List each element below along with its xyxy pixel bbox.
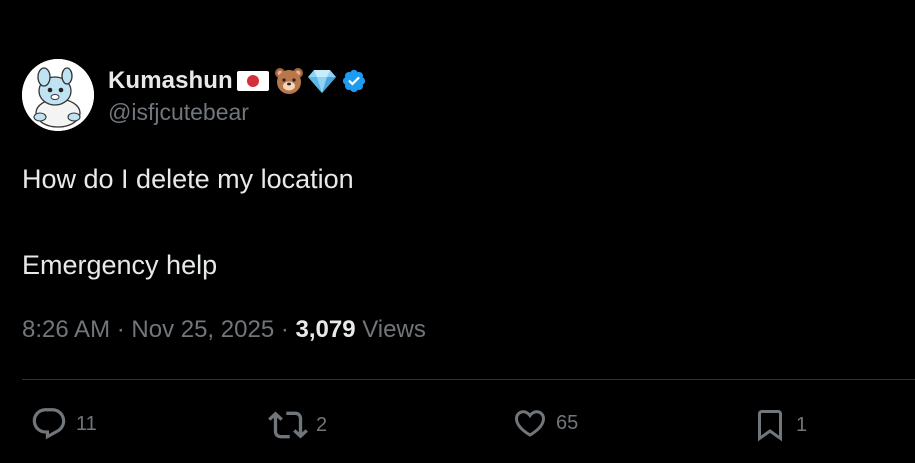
meta-separator: · bbox=[110, 316, 132, 343]
like-count: 65 bbox=[556, 411, 579, 434]
action-bar: 11 2 65 1 bbox=[0, 405, 915, 445]
repost-icon bbox=[268, 405, 308, 445]
tweet-header: Kumashun @isfjcutebear bbox=[22, 59, 367, 131]
display-name-row: Kumashun bbox=[108, 64, 367, 98]
author-names: Kumashun @isfjcutebear bbox=[108, 64, 367, 126]
tweet-meta: 8:26 AM · Nov 25, 2025 · 3,079 Views bbox=[22, 316, 426, 344]
reply-icon bbox=[30, 405, 68, 443]
reply-button[interactable]: 11 bbox=[30, 405, 97, 443]
meta-separator: · bbox=[274, 316, 296, 343]
bookmark-icon bbox=[752, 405, 788, 445]
views-count: 3,079 bbox=[295, 316, 356, 343]
tweet-text: How do I delete my location Emergency he… bbox=[22, 158, 354, 286]
bookmark-count: 1 bbox=[796, 413, 808, 436]
tweet-time[interactable]: 8:26 AM bbox=[22, 316, 110, 343]
repost-count: 2 bbox=[316, 413, 328, 436]
avatar[interactable] bbox=[22, 59, 94, 131]
author-handle[interactable]: @isfjcutebear bbox=[108, 99, 367, 126]
views-label: Views bbox=[355, 316, 426, 343]
verified-badge-icon[interactable] bbox=[341, 68, 367, 94]
japan-flag-icon bbox=[236, 69, 270, 93]
reply-count: 11 bbox=[76, 412, 97, 435]
gem-icon bbox=[307, 68, 337, 94]
bear-face-icon bbox=[274, 66, 304, 96]
display-name[interactable]: Kumashun bbox=[108, 67, 233, 95]
repost-button[interactable]: 2 bbox=[268, 405, 327, 445]
divider bbox=[22, 379, 915, 380]
like-button[interactable]: 65 bbox=[512, 405, 578, 441]
tweet-text-line: Emergency help bbox=[22, 250, 218, 280]
tweet-date[interactable]: Nov 25, 2025 bbox=[131, 316, 274, 343]
heart-icon bbox=[512, 405, 548, 441]
tweet-text-spacer bbox=[22, 200, 354, 244]
bookmark-button[interactable]: 1 bbox=[752, 405, 807, 445]
tweet-text-line: How do I delete my location bbox=[22, 164, 354, 194]
